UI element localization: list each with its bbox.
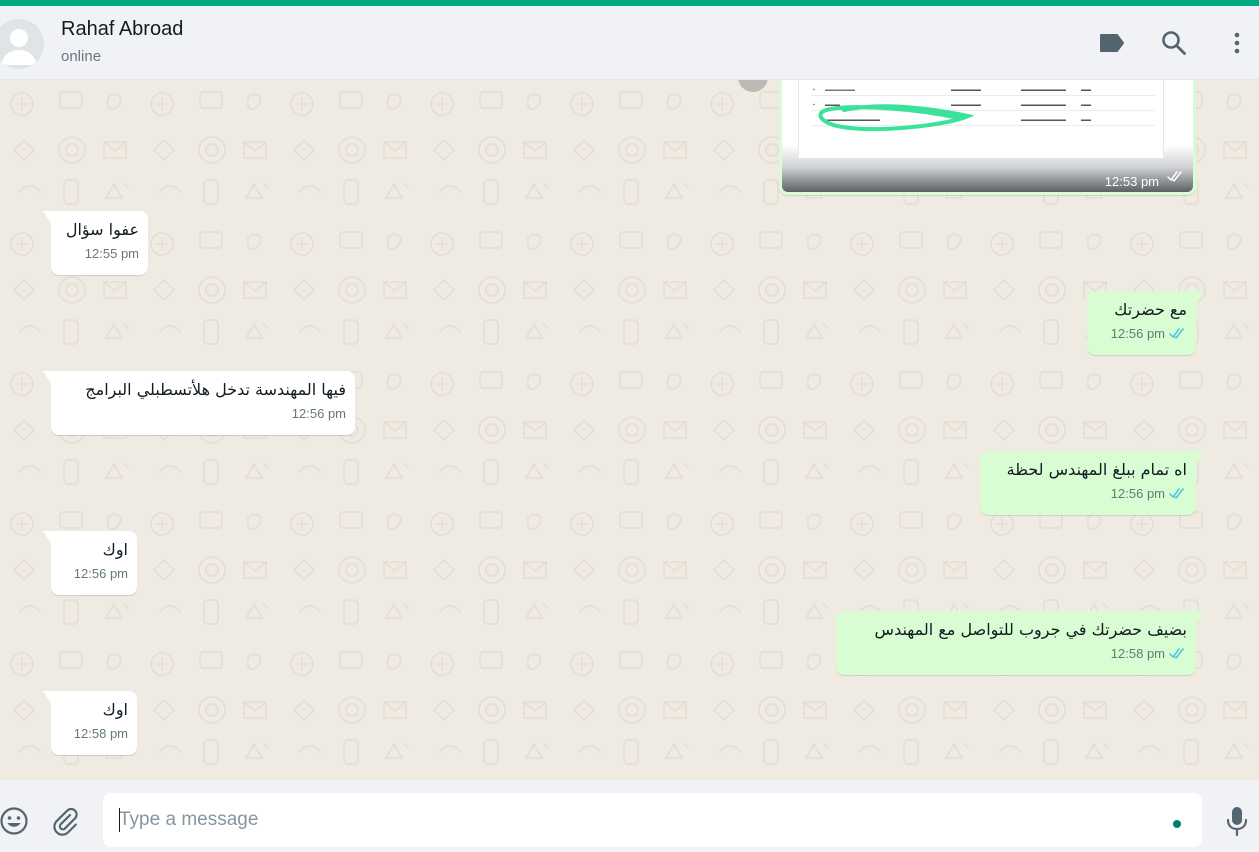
read-receipt-icon [1167, 169, 1185, 187]
contact-name[interactable]: Rahaf Abroad [61, 18, 183, 41]
search-button[interactable] [1158, 27, 1190, 59]
default-avatar-icon [0, 19, 44, 69]
read-receipt-icon [1169, 647, 1187, 659]
label-button[interactable] [1096, 27, 1128, 59]
image-message[interactable]: ▪ ▬▬▬▬▬▬ ▬▬▬▬▬▬ ▬▬▬▬▬▬▬▬▬ ▬▬ ▪ ▬▬▬ ▬▬▬▬▬▬ ▬▬▬▬▬… [779, 80, 1196, 195]
label-icon [1100, 34, 1124, 52]
microphone-icon [1226, 807, 1248, 837]
message-input-box[interactable] [103, 793, 1202, 847]
image-attachment[interactable]: ▪ ▬▬▬▬▬▬ ▬▬▬▬▬▬ ▬▬▬▬▬▬▬▬▬ ▬▬ ▪ ▬▬▬ ▬▬▬▬▬▬ ▬▬▬▬▬… [782, 80, 1193, 192]
incoming-message[interactable]: فيها المهندسة تدخل هلأتسطبلي البرامج 12:… [43, 371, 355, 435]
message-time: 12:58 pm [73, 725, 128, 741]
chat-header[interactable]: Rahaf Abroad online [0, 6, 1259, 80]
message-text: مع حضرتك [1114, 300, 1187, 319]
message-text: بضيف حضرتك في جروب للتواصل مع المهندس [874, 620, 1187, 639]
composer-bar [0, 780, 1259, 852]
message-text: اوك [102, 700, 128, 719]
outgoing-message[interactable]: بضيف حضرتك في جروب للتواصل مع المهندس 12… [836, 611, 1204, 675]
emoji-icon [0, 807, 28, 835]
chat-pane[interactable]: ▪ ▬▬▬▬▬▬ ▬▬▬▬▬▬ ▬▬▬▬▬▬▬▬▬ ▬▬ ▪ ▬▬▬ ▬▬▬▬▬▬ ▬▬▬▬▬… [0, 80, 1259, 780]
avatar[interactable] [0, 19, 44, 69]
incoming-message[interactable]: عفوا سؤال 12:55 pm [43, 211, 148, 275]
emoji-button[interactable] [0, 804, 31, 838]
attach-icon [53, 807, 78, 836]
voice-message-button[interactable] [1220, 804, 1254, 838]
contact-status: online [61, 48, 102, 65]
more-options-button[interactable] [1221, 27, 1253, 59]
message-text: اه تمام ببلغ المهندس لحظة [1006, 460, 1187, 479]
incoming-message[interactable]: اوك 12:56 pm [43, 531, 137, 595]
message-time: 12:55 pm [84, 245, 139, 261]
message-input[interactable] [119, 793, 1159, 847]
read-receipt-icon [1169, 487, 1187, 499]
message-time: 12:56 pm [291, 405, 346, 421]
message-text: اوك [102, 540, 128, 559]
text-caret [119, 808, 120, 832]
message-time: 12:56 pm [1110, 485, 1165, 501]
outgoing-message[interactable]: اه تمام ببلغ المهندس لحظة 12:56 pm [980, 451, 1204, 515]
message-text: عفوا سؤال [65, 220, 139, 239]
status-dot [1173, 820, 1181, 828]
message-text: فيها المهندسة تدخل هلأتسطبلي البرامج [85, 380, 346, 399]
highlight-scribble [818, 104, 975, 132]
more-options-icon [1234, 32, 1240, 54]
search-icon [1162, 31, 1186, 55]
message-time: 12:58 pm [1110, 645, 1165, 661]
message-time: 12:53 pm [1104, 174, 1159, 189]
outgoing-message[interactable]: مع حضرتك 12:56 pm [1087, 291, 1204, 355]
message-time: 12:56 pm [73, 565, 128, 581]
read-receipt-icon [1169, 327, 1187, 339]
message-time: 12:56 pm [1110, 325, 1165, 341]
incoming-message[interactable]: اوك 12:58 pm [43, 691, 137, 755]
attach-button[interactable] [48, 804, 82, 838]
